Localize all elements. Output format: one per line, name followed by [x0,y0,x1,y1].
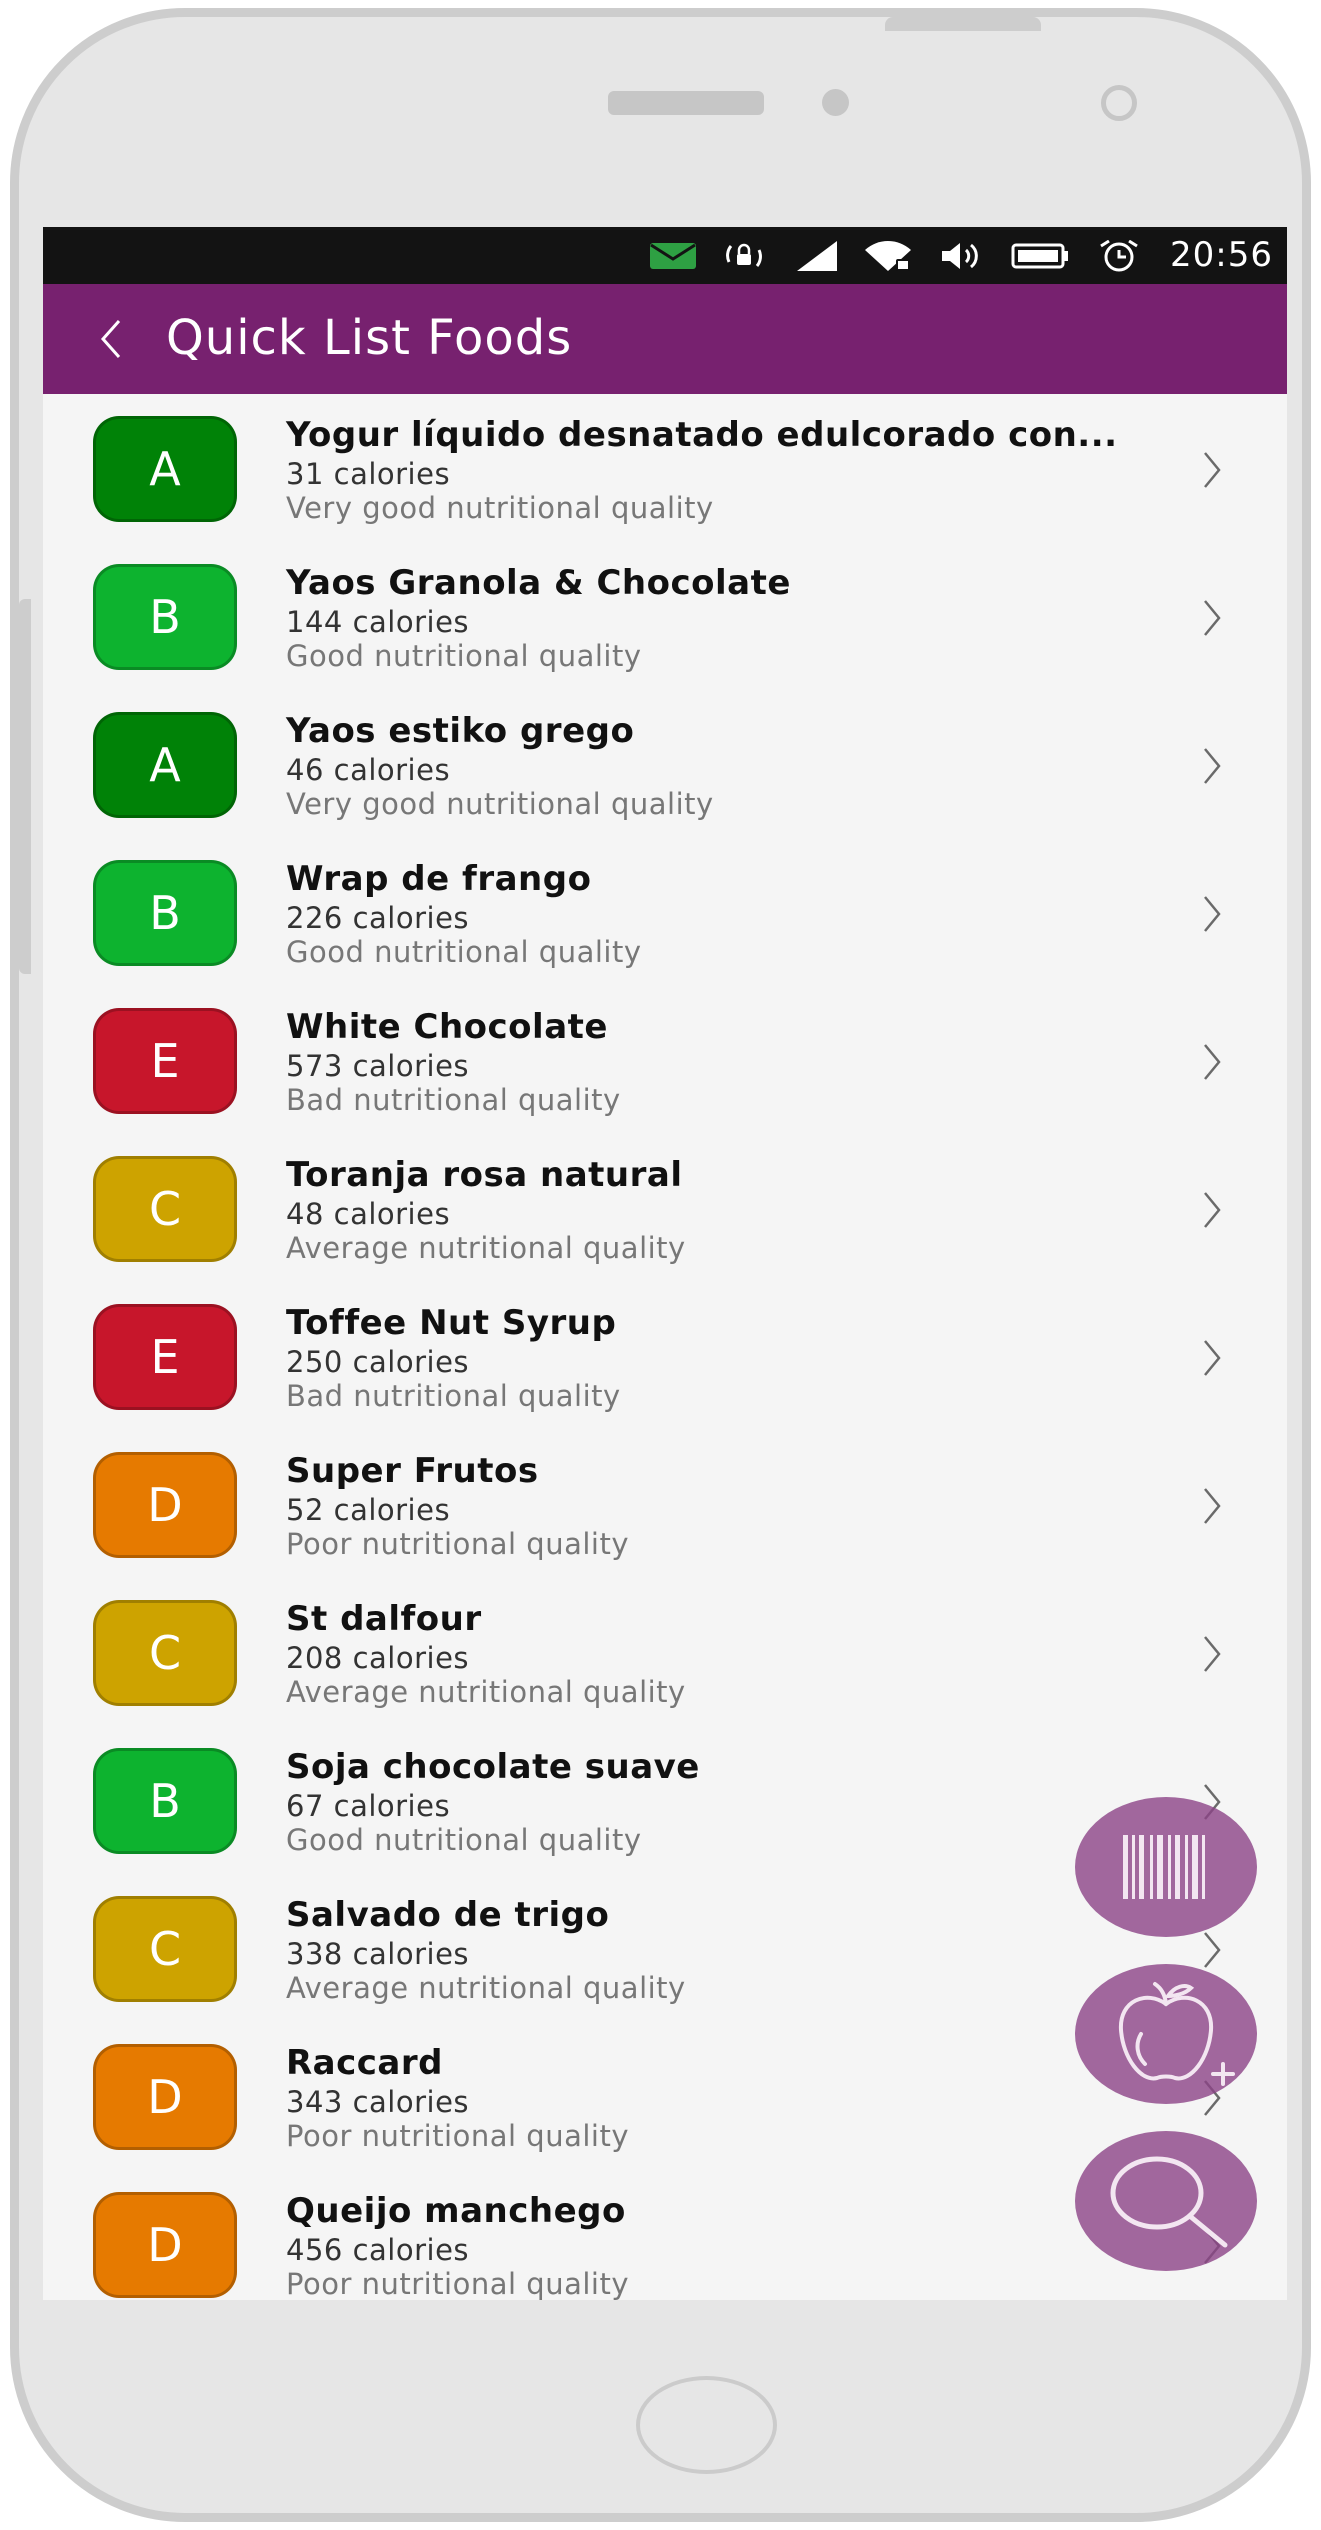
food-quality: Very good nutritional quality [286,491,714,525]
nutrition-grade-badge: A [93,416,237,522]
scan-barcode-button[interactable] [1075,1797,1257,1937]
food-list-item[interactable]: E White Chocolate 573 calories Bad nutri… [43,986,1287,1134]
food-quality: Poor nutritional quality [286,1527,629,1561]
chevron-right-icon [1204,1192,1221,1228]
food-calories: 46 calories [286,753,451,787]
food-list-item[interactable]: A Yogur líquido desnatado edulcorado con… [43,394,1287,542]
search-icon [1110,2156,1228,2248]
proximity-sensor [822,89,849,116]
food-calories: 250 calories [286,1345,470,1379]
food-calories: 573 calories [286,1049,470,1083]
food-quality: Poor nutritional quality [286,2119,629,2153]
chevron-right-icon [1204,1636,1221,1672]
food-name: Yaos Granola & Chocolate [286,563,791,603]
nutrition-grade-badge: B [93,564,237,670]
food-quality: Good nutritional quality [286,639,642,673]
food-name: St dalfour [286,1599,482,1639]
add-food-button[interactable] [1075,1964,1257,2104]
nutrition-grade-badge: D [93,2044,237,2150]
battery-icon [1011,243,1068,269]
food-calories: 67 calories [286,1789,451,1823]
food-quality: Average nutritional quality [286,1675,686,1709]
food-quality: Poor nutritional quality [286,2267,629,2300]
message-icon [650,243,696,269]
food-quality: Very good nutritional quality [286,787,714,821]
food-list-item[interactable]: B Yaos Granola & Chocolate 144 calories … [43,542,1287,690]
food-calories: 338 calories [286,1937,470,1971]
app-screen: 20:56 Quick List Foods A Yogur líquido d… [43,227,1287,2300]
food-calories: 208 calories [286,1641,470,1675]
nutrition-grade-badge: E [93,1008,237,1114]
nutrition-grade-badge: E [93,1304,237,1410]
food-name: Super Frutos [286,1451,539,1491]
food-quality: Bad nutritional quality [286,1379,621,1413]
food-name: Raccard [286,2043,443,2083]
nutrition-grade-badge: C [93,1156,237,1262]
chevron-right-icon [1204,600,1221,636]
page-title: Quick List Foods [166,310,573,366]
food-quality: Average nutritional quality [286,1971,686,2005]
chevron-right-icon [1204,748,1221,784]
chevron-right-icon [1204,1340,1221,1376]
cellular-signal-icon [797,241,837,271]
food-name: Yaos estiko grego [286,711,635,751]
chevron-right-icon [1204,1488,1221,1524]
volume-icon [942,243,978,269]
apple-plus-icon [1118,1982,1235,2086]
back-chevron-icon[interactable] [93,311,129,367]
food-calories: 343 calories [286,2085,470,2119]
food-quality: Good nutritional quality [286,935,642,969]
food-list-item[interactable]: E Toffee Nut Syrup 250 calories Bad nutr… [43,1282,1287,1430]
food-calories: 456 calories [286,2233,470,2267]
chevron-right-icon [1204,896,1221,932]
power-button [885,17,1041,31]
food-list-item[interactable]: A Yaos estiko grego 46 calories Very goo… [43,690,1287,838]
food-quality: Good nutritional quality [286,1823,642,1857]
chevron-right-icon [1204,1044,1221,1080]
food-list-item[interactable]: C St dalfour 208 calories Average nutrit… [43,1578,1287,1726]
nutrition-grade-badge: D [93,2192,237,2298]
food-name: Soja chocolate suave [286,1747,700,1787]
nutrition-grade-badge: C [93,1600,237,1706]
food-calories: 52 calories [286,1493,451,1527]
chevron-right-icon [1204,452,1221,488]
food-list-item[interactable]: C Toranja rosa natural 48 calories Avera… [43,1134,1287,1282]
food-calories: 226 calories [286,901,470,935]
nutrition-grade-badge: C [93,1896,237,2002]
food-calories: 48 calories [286,1197,451,1231]
food-name: Wrap de frango [286,859,592,899]
food-quality: Bad nutritional quality [286,1083,621,1117]
food-list-item[interactable]: B Wrap de frango 226 calories Good nutri… [43,838,1287,986]
food-list-item[interactable]: D Super Frutos 52 calories Poor nutritio… [43,1430,1287,1578]
search-button[interactable] [1075,2131,1257,2271]
front-camera [1101,85,1137,121]
alarm-icon [1100,240,1138,272]
food-quality: Average nutritional quality [286,1231,686,1265]
food-calories: 144 calories [286,605,470,639]
food-name: Yogur líquido desnatado edulcorado con..… [286,415,1118,455]
food-name: Toranja rosa natural [286,1155,683,1195]
status-time: 20:56 [1170,235,1273,275]
nutrition-grade-badge: A [93,712,237,818]
food-name: White Chocolate [286,1007,608,1047]
home-button[interactable] [636,2376,777,2474]
barcode-icon [1123,1835,1205,1899]
food-calories: 31 calories [286,457,451,491]
earpiece-speaker [608,91,764,115]
food-name: Queijo manchego [286,2191,626,2231]
status-bar: 20:56 [43,227,1287,284]
wifi-icon [865,241,911,271]
nutrition-grade-badge: B [93,1748,237,1854]
nutrition-grade-badge: B [93,860,237,966]
food-name: Toffee Nut Syrup [286,1303,617,1343]
nutrition-grade-badge: D [93,1452,237,1558]
volume-button [19,599,31,974]
food-name: Salvado de trigo [286,1895,610,1935]
rotation-lock-icon [726,243,762,267]
header-bar: Quick List Foods [43,284,1287,394]
